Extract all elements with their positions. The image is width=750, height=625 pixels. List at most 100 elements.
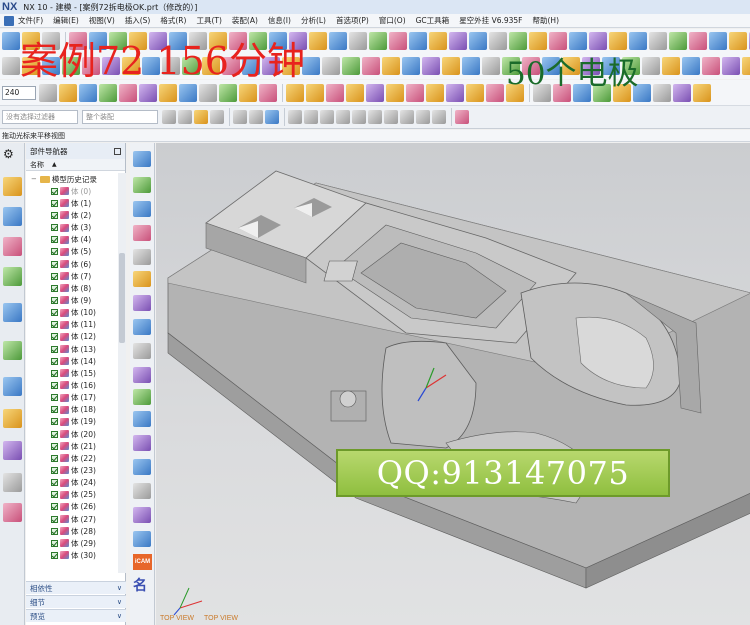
system-materials-icon[interactable] [3, 503, 22, 522]
electrode-cube-10-icon[interactable] [466, 83, 484, 102]
cavity-icon[interactable] [322, 57, 340, 75]
bom-icon[interactable] [502, 57, 520, 75]
wireframe-icon[interactable] [642, 57, 660, 75]
tree-item-body[interactable]: 体 (26) [26, 501, 118, 513]
grid-icon[interactable] [222, 57, 240, 75]
clip-icon[interactable] [219, 83, 237, 102]
panel-details[interactable]: 细节 ∨ [26, 595, 126, 608]
select-face-icon[interactable] [194, 110, 208, 124]
shaded-icon[interactable] [622, 57, 640, 75]
menu-view[interactable]: 视图(V) [89, 15, 115, 26]
electrode-cube-1-icon[interactable] [286, 83, 304, 102]
move-face-icon[interactable] [529, 32, 547, 50]
tree-icon[interactable] [593, 83, 611, 102]
intersection-icon[interactable] [336, 110, 350, 124]
lasso-icon[interactable] [249, 110, 263, 124]
standard-part-icon[interactable] [462, 57, 480, 75]
column-header-name[interactable]: 名称 ▲ [26, 159, 125, 171]
electrode-cube-8-icon[interactable] [426, 83, 444, 102]
sweep-icon[interactable] [409, 32, 427, 50]
tree-item-body[interactable]: 体 (3) [26, 222, 118, 234]
navigator-scrollbar[interactable] [118, 173, 126, 573]
offset-icon[interactable] [249, 32, 267, 50]
gear-icon[interactable] [682, 57, 700, 75]
red-cube-icon[interactable] [553, 83, 571, 102]
snap-settings-icon[interactable] [455, 110, 469, 124]
color-icon[interactable] [162, 57, 180, 75]
star-icon[interactable] [613, 83, 631, 102]
constraint-navigator-tab-icon[interactable] [3, 237, 22, 256]
boolean-icon[interactable] [149, 32, 167, 50]
line-icon[interactable] [709, 32, 727, 50]
runner-icon[interactable] [382, 57, 400, 75]
select-edge-icon[interactable] [210, 110, 224, 124]
visibility-checkbox[interactable] [51, 551, 58, 559]
electrode-cube-3-icon[interactable] [326, 83, 344, 102]
lifter-icon[interactable] [362, 57, 380, 75]
visibility-checkbox[interactable] [51, 430, 58, 438]
blue-cube-icon[interactable] [573, 83, 591, 102]
tree-item-body[interactable]: 体 (16) [26, 379, 118, 391]
box-select-icon[interactable] [265, 110, 279, 124]
web-browser-tab-icon[interactable] [3, 303, 22, 322]
view-top-icon[interactable] [139, 83, 157, 102]
menu-assembly[interactable]: 装配(A) [232, 15, 258, 26]
cross-icon[interactable] [533, 83, 551, 102]
snap-point-icon[interactable] [178, 110, 192, 124]
existing-point-icon[interactable] [384, 110, 398, 124]
chamfer-icon[interactable] [189, 32, 207, 50]
visibility-checkbox[interactable] [51, 418, 58, 426]
measure-icon[interactable] [349, 32, 367, 50]
process-studio-icon[interactable] [3, 441, 22, 460]
tree-branch-icon[interactable] [133, 435, 151, 451]
cube-icon[interactable] [662, 57, 680, 75]
tree-item-body[interactable]: 体 (22) [26, 452, 118, 464]
assembly-navigator-tab-icon[interactable] [3, 207, 22, 226]
paste-icon[interactable] [42, 57, 60, 75]
menu-file[interactable]: 文件(F) [18, 15, 43, 26]
visibility-checkbox[interactable] [51, 248, 58, 256]
part-navigator-tab-icon[interactable] [3, 177, 22, 196]
patch-icon[interactable] [469, 32, 487, 50]
tree-item-body[interactable]: 体 (8) [26, 282, 118, 294]
history-tab-icon[interactable] [3, 341, 22, 360]
visibility-checkbox[interactable] [51, 224, 58, 232]
zoom-select[interactable]: 240 [2, 85, 36, 100]
tree-item-body[interactable]: 体 (2) [26, 209, 118, 221]
visibility-checkbox[interactable] [51, 333, 58, 341]
show-icon[interactable] [122, 57, 140, 75]
center-icon[interactable] [352, 110, 366, 124]
tree-item-body[interactable]: 体 (1) [26, 197, 118, 209]
move-icon[interactable] [133, 507, 151, 523]
midpoint-icon[interactable] [304, 110, 318, 124]
parting-icon[interactable] [282, 57, 300, 75]
hexagon-icon[interactable] [702, 57, 720, 75]
menu-format[interactable]: 格式(R) [160, 15, 186, 26]
green-step-icon[interactable] [133, 177, 151, 193]
tree-item-body[interactable]: 体 (0) [26, 185, 118, 197]
panel-dependency[interactable]: 相依性 ∨ [26, 581, 126, 594]
visibility-checkbox[interactable] [51, 357, 58, 365]
tree-item-body[interactable]: 体 (15) [26, 367, 118, 379]
section-icon[interactable] [199, 83, 217, 102]
copy-body-icon[interactable] [133, 411, 151, 427]
electrode-cube-7-icon[interactable] [406, 83, 424, 102]
plugin-icon[interactable] [722, 57, 740, 75]
graphics-viewport[interactable]: QQ:913147075 TOP VIEW TOP VIEW [156, 143, 750, 625]
tree-item-body[interactable]: 体 (4) [26, 234, 118, 246]
tree-item-body[interactable]: 体 (18) [26, 404, 118, 416]
visibility-checkbox[interactable] [51, 503, 58, 511]
visibility-checkbox[interactable] [51, 515, 58, 523]
visibility-checkbox[interactable] [51, 187, 58, 195]
name-button[interactable]: 名 [133, 575, 147, 595]
cylinder-icon[interactable] [589, 32, 607, 50]
filter-icon[interactable] [162, 110, 176, 124]
sew-icon[interactable] [449, 32, 467, 50]
snap-icon[interactable] [202, 57, 220, 75]
visibility-checkbox[interactable] [51, 345, 58, 353]
visibility-checkbox[interactable] [51, 527, 58, 535]
visibility-checkbox[interactable] [51, 442, 58, 450]
visibility-checkbox[interactable] [51, 211, 58, 219]
visibility-checkbox[interactable] [51, 479, 58, 487]
visibility-checkbox[interactable] [51, 381, 58, 389]
